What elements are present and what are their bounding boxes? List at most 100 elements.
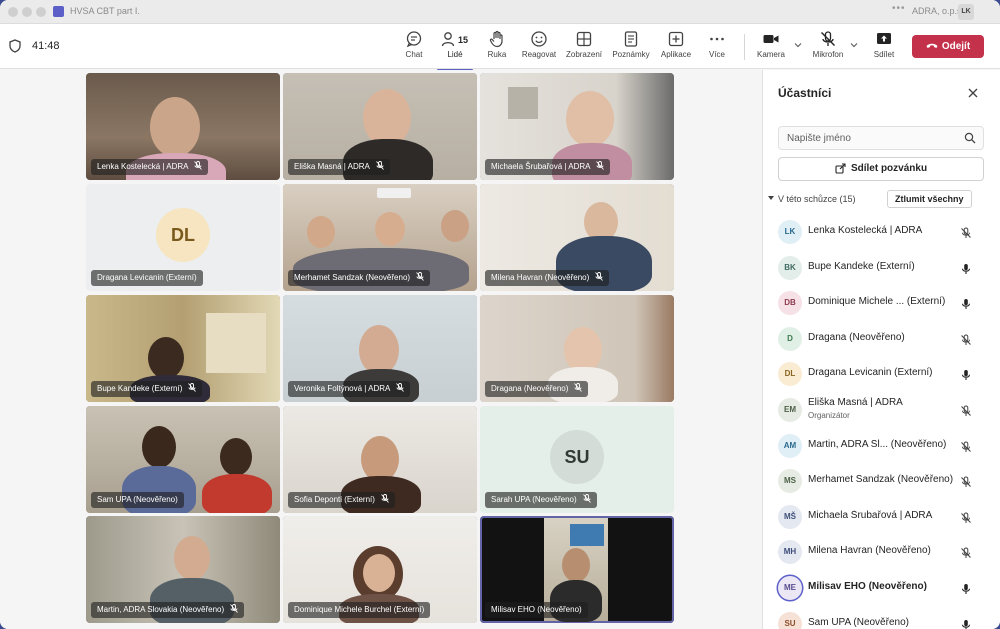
chat-button[interactable]: Chat (392, 30, 436, 66)
tile-name: Sofia Deponti (Externí) (294, 495, 375, 504)
people-button[interactable]: Lidé (433, 30, 477, 71)
participant-row[interactable]: MŠ Michaela Šrubařová | ADRA (763, 499, 1000, 535)
tile-name-tag: Dominique Michele Burchel (Externí) (288, 602, 431, 618)
raise-hand-label: Ruka (487, 50, 507, 59)
microphone-muted-icon[interactable] (960, 404, 972, 416)
participant-figure (174, 536, 210, 580)
apps-button[interactable]: Aplikace (654, 30, 698, 66)
tile-name-tag: Martin, ADRA Slovakia (Neověřeno) (91, 602, 245, 618)
close-icon[interactable] (966, 86, 980, 100)
video-tile-sarah[interactable]: SU Sarah UPA (Neověřeno) (480, 406, 674, 513)
share-invite-label: Sdílet pozvánku (850, 163, 928, 174)
hand-icon (489, 30, 503, 48)
camera-button[interactable]: Kamera (749, 30, 793, 66)
participant-search[interactable] (778, 126, 984, 150)
raise-hand-button[interactable]: Ruka (475, 30, 519, 66)
avatar: MŠ (778, 504, 802, 529)
microphone-muted-icon (821, 31, 835, 46)
tile-name-tag: Veronika Foltýnová | ADRA (288, 381, 411, 397)
participant-name: Milisav EHO (Neověřeno) (808, 581, 927, 592)
video-tile-martin[interactable]: Martin, ADRA Slovakia (Neověřeno) (86, 516, 280, 623)
avatar: D (778, 326, 802, 351)
participant-row[interactable]: AM Martin, ADRA Sl... (Neověřeno) (763, 428, 1000, 464)
more-label: Více (708, 50, 725, 59)
microphone-icon[interactable] (960, 297, 972, 310)
microphone-muted-icon[interactable] (960, 546, 972, 559)
tile-name: Milisav EHO (Neověřeno) (491, 605, 582, 614)
air-conditioner (377, 188, 411, 198)
mic-muted-icon (596, 161, 605, 170)
wall-poster (508, 87, 538, 119)
microphone-icon[interactable] (960, 582, 972, 594)
microphone-muted-icon[interactable] (960, 440, 972, 452)
microphone-muted-icon[interactable] (960, 475, 972, 488)
participant-row[interactable]: EM Eliška Masná | ADRA Organizátor (763, 392, 1000, 428)
chat-label: Chat (405, 50, 423, 59)
participant-row[interactable]: BK Bupe Kandeke (Externí) (763, 250, 1000, 286)
tile-name-tag: Michaela Šrubařová | ADRA (485, 159, 611, 175)
in-meeting-section[interactable]: V této schůzce (15) Ztlumit všechny (767, 190, 997, 208)
participant-figure (142, 426, 176, 468)
participant-row[interactable]: LK Lenka Kostelecká | ADRA (763, 214, 1000, 250)
video-tile-lenka[interactable]: Lenka Kostelecká | ADRA (86, 73, 280, 180)
tile-name: Sarah UPA (Neověřeno) (491, 495, 577, 504)
avatar: ME (778, 576, 802, 600)
video-tile-milena[interactable]: Milena Havran (Neověřeno) (480, 184, 674, 291)
user-avatar[interactable]: LK (958, 4, 974, 20)
chat-icon (406, 31, 422, 48)
participant-row[interactable]: MS Merhamet Sandzak (Neověřeno) (763, 463, 1000, 499)
microphone-muted-icon[interactable] (960, 511, 972, 523)
participant-row[interactable]: D Dragana (Neověřeno) (763, 321, 1000, 357)
microphone-muted-icon[interactable] (960, 333, 972, 345)
microphone-icon[interactable] (960, 618, 972, 629)
video-tile-merhamet[interactable]: Merhamet Sandzak (Neověřeno) (283, 184, 477, 291)
video-tile-dominique[interactable]: Dominique Michele Burchel (Externí) (283, 516, 477, 623)
share-invite-button[interactable]: Sdílet pozvánku (778, 157, 984, 181)
video-tile-sam[interactable]: Sam UPA (Neověřeno) (86, 406, 280, 513)
minimize-window-button[interactable] (22, 7, 32, 17)
more-button[interactable]: Více (695, 30, 739, 66)
search-input[interactable] (787, 131, 957, 146)
participant-row[interactable]: MH Milena Havran (Neověřeno) (763, 534, 1000, 570)
video-stage: Lenka Kostelecká | ADRA Eliška Masná | A… (0, 70, 762, 629)
leave-button[interactable]: Odejít (912, 35, 984, 58)
mic-muted-icon (376, 161, 384, 170)
shield-icon[interactable] (8, 39, 22, 53)
video-tile-michaela[interactable]: Michaela Šrubařová | ADRA (480, 73, 674, 180)
section-header[interactable]: V této schůzce (15) (767, 194, 856, 204)
meeting-toolbar: 41:48 Chat Lidé 15 Ruka Reagovat Zobraze… (0, 24, 1000, 71)
participant-name: Dominique Michele ... (Externí) (808, 296, 946, 308)
hang-up-icon (926, 44, 938, 49)
participant-row[interactable]: ME Milisav EHO (Neověřeno) (763, 570, 1000, 606)
close-window-button[interactable] (8, 7, 18, 17)
view-button[interactable]: Zobrazení (562, 30, 606, 66)
zoom-window-button[interactable] (36, 7, 46, 17)
more-options-icon[interactable]: ••• (892, 3, 906, 14)
video-tile-milisav[interactable]: Milisav EHO (Neověřeno) (480, 516, 674, 623)
mic-options-chevron-icon[interactable] (849, 40, 859, 50)
microphone-button[interactable]: Mikrofon (806, 30, 850, 66)
participant-row[interactable]: SU Sam UPA (Neověřeno) (763, 606, 1000, 629)
participant-figure (220, 438, 252, 476)
camera-label: Kamera (756, 50, 785, 59)
video-tile-bupe[interactable]: Bupe Kandeke (Externí) (86, 295, 280, 402)
mic-muted-icon (188, 383, 197, 392)
notes-button[interactable]: Poznámky (609, 30, 653, 66)
video-tile-sofia[interactable]: Sofia Deponti (Externí) (283, 406, 477, 513)
mute-all-button[interactable]: Ztlumit všechny (887, 190, 972, 208)
video-tile-veronika[interactable]: Veronika Foltýnová | ADRA (283, 295, 477, 402)
react-button[interactable]: Reagovat (517, 30, 561, 66)
participant-name: Milena Havran (Neověřeno) (808, 545, 931, 557)
share-button[interactable]: Sdílet (862, 30, 906, 66)
microphone-icon[interactable] (960, 262, 972, 274)
video-tile-dragana-levicanin[interactable]: DL Dragana Levicanin (Externí) (86, 184, 280, 291)
participant-row[interactable]: DL Dragana Levicanin (Externí) (763, 356, 1000, 392)
participant-figure (375, 212, 405, 246)
microphone-muted-icon[interactable] (960, 226, 972, 238)
video-tile-dragana[interactable]: Dragana (Neověřeno) (480, 295, 674, 402)
microphone-icon[interactable] (960, 368, 972, 381)
avatar: SU (778, 611, 802, 629)
camera-options-chevron-icon[interactable] (793, 40, 803, 50)
participant-row[interactable]: DB Dominique Michele ... (Externí) (763, 285, 1000, 321)
video-tile-eliska[interactable]: Eliška Masná | ADRA (283, 73, 477, 180)
